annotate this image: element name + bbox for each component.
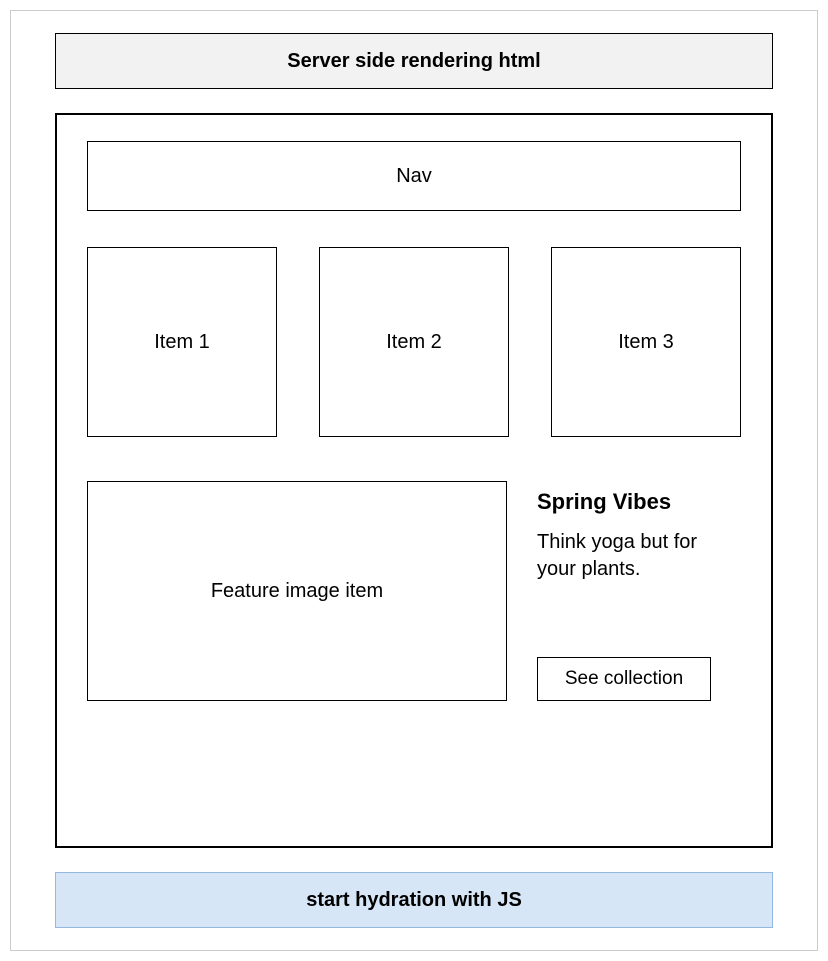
- feature-image-placeholder: Feature image item: [87, 481, 507, 701]
- feature-description: Think yoga but for your plants.: [537, 529, 741, 583]
- item-box-3: Item 3: [551, 247, 741, 437]
- see-collection-label: See collection: [565, 668, 683, 689]
- items-row: Item 1 Item 2 Item 3: [87, 247, 741, 437]
- feature-image-label: Feature image item: [211, 580, 383, 603]
- hydration-step-bar: start hydration with JS: [55, 872, 773, 928]
- hydration-step-label: start hydration with JS: [306, 889, 522, 912]
- feature-title: Spring Vibes: [537, 489, 741, 515]
- rendered-page-frame: Nav Item 1 Item 2 Item 3 Feature image i…: [55, 113, 773, 848]
- diagram-frame: Server side rendering html Nav Item 1 It…: [10, 10, 818, 951]
- item-label: Item 2: [386, 331, 442, 354]
- item-label: Item 1: [154, 331, 210, 354]
- item-box-2: Item 2: [319, 247, 509, 437]
- nav-placeholder: Nav: [87, 141, 741, 211]
- feature-side: Spring Vibes Think yoga but for your pla…: [537, 481, 741, 701]
- feature-row: Feature image item Spring Vibes Think yo…: [87, 481, 741, 701]
- nav-label: Nav: [396, 165, 432, 188]
- item-box-1: Item 1: [87, 247, 277, 437]
- ssr-step-label: Server side rendering html: [287, 50, 540, 73]
- see-collection-button[interactable]: See collection: [537, 657, 711, 701]
- item-label: Item 3: [618, 331, 674, 354]
- ssr-step-bar: Server side rendering html: [55, 33, 773, 89]
